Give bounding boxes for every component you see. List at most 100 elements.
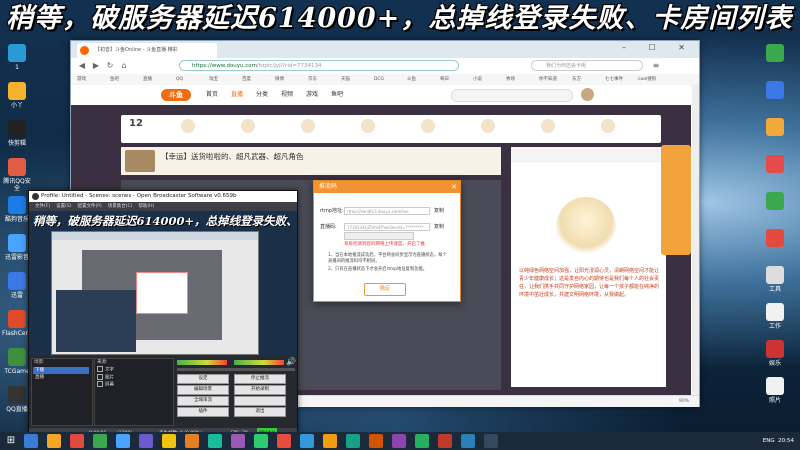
desktop-icon[interactable] (760, 229, 790, 249)
stop-stream-button[interactable]: 停止推流 (234, 374, 286, 384)
bookmark-item[interactable]: 秀场 (506, 75, 515, 84)
refresh-icon[interactable]: ↻ (105, 61, 115, 71)
site-search-input[interactable] (451, 89, 573, 102)
stream-code-field[interactable]: 7734134rjZhhSdf?wsSecret=********* (344, 223, 430, 231)
bookmark-item[interactable]: 七七事件 (605, 75, 623, 84)
bookmark-item[interactable]: 鱼吧 (110, 75, 119, 84)
site-nav-item[interactable]: 鱼吧 (331, 90, 343, 100)
close-icon[interactable]: ✕ (451, 181, 457, 193)
site-logo[interactable]: 斗鱼 (161, 89, 191, 101)
bookmark-item[interactable]: 微博 (275, 75, 284, 84)
desktop-icon[interactable]: 快剪辑 (2, 120, 32, 147)
taskbar-app-icon[interactable] (369, 434, 383, 448)
site-nav-item[interactable]: 分类 (256, 90, 268, 100)
copy-code-button[interactable]: 复制 (434, 223, 444, 231)
browser-tab[interactable]: 【初音】斗鱼Online - 斗鱼直播·精彩 (77, 43, 217, 58)
user-avatar[interactable] (581, 88, 594, 101)
desktop-icon[interactable] (760, 155, 790, 175)
obs-menu-item[interactable]: 文件(F) (35, 204, 50, 209)
line-select[interactable] (344, 232, 414, 240)
source-item[interactable]: 图片 (95, 373, 173, 382)
category-icon[interactable] (481, 119, 495, 133)
category-icon[interactable] (301, 119, 315, 133)
taskbar-app-icon[interactable] (346, 434, 360, 448)
obs-menu-item[interactable]: 帮助(H) (138, 204, 154, 209)
exit-button[interactable]: 退出 (234, 407, 286, 417)
bookmark-item[interactable]: DCG (374, 75, 384, 84)
desktop-icon[interactable] (760, 81, 790, 101)
desktop-icon[interactable]: 工作 (760, 303, 790, 330)
bookmark-item[interactable]: 游戏 (77, 75, 86, 84)
bookmark-item[interactable]: 天猫 (341, 75, 350, 84)
category-icon[interactable] (181, 119, 195, 133)
site-nav-item[interactable]: 游戏 (306, 90, 318, 100)
desktop-icon[interactable]: 照片 (760, 377, 790, 404)
taskbar-app-icon[interactable] (47, 434, 61, 448)
back-icon[interactable]: ◀ (77, 61, 87, 71)
taskbar-app-icon[interactable] (323, 434, 337, 448)
menu-icon[interactable]: ≡ (651, 61, 661, 71)
desktop-icon[interactable] (760, 118, 790, 138)
desktop-icon[interactable]: 小丫 (2, 82, 32, 109)
tray-language[interactable]: ENG (763, 438, 775, 444)
taskbar-app-icon[interactable] (392, 434, 406, 448)
checkbox-icon[interactable] (97, 381, 103, 387)
obs-menu-item[interactable]: 设置(S) (56, 204, 71, 209)
site-nav-item[interactable]: 视频 (281, 90, 293, 100)
site-nav-item[interactable]: 首页 (206, 90, 218, 100)
bookmark-item[interactable]: 小说 (473, 75, 482, 84)
blank-button[interactable] (234, 396, 286, 406)
confirm-button[interactable]: 确定 (364, 283, 406, 296)
desktop-icon[interactable]: 1 (2, 44, 32, 71)
source-item[interactable]: 文字 (95, 366, 173, 374)
category-icon[interactable] (541, 119, 555, 133)
volume-slider[interactable] (177, 368, 295, 371)
bookmark-item[interactable]: 京东 (308, 75, 317, 84)
bookmark-item[interactable]: QQ (176, 75, 183, 84)
taskbar-app-icon[interactable] (484, 434, 498, 448)
rtmp-field[interactable]: rtmp://sendtc3.douyu.com/live (344, 207, 430, 215)
desktop-icon[interactable] (760, 44, 790, 64)
desktop-icon[interactable]: 娱乐 (760, 340, 790, 367)
desktop-icon[interactable]: 工具 (760, 266, 790, 293)
taskbar-app-icon[interactable] (254, 434, 268, 448)
bookmark-item[interactable]: 斗鱼 (407, 75, 416, 84)
bookmark-item[interactable]: 直播 (143, 75, 152, 84)
home-icon[interactable]: ⌂ (119, 61, 129, 71)
category-icon[interactable] (421, 119, 435, 133)
bookmark-item[interactable]: cool搜狗 (638, 75, 656, 84)
copy-rtmp-button[interactable]: 复制 (434, 207, 444, 215)
taskbar-app-icon[interactable] (185, 434, 199, 448)
bookmark-item[interactable]: 东方 (572, 75, 581, 84)
obs-menu-item[interactable]: 场景集合(C) (108, 204, 133, 209)
taskbar-app-icon[interactable] (24, 434, 38, 448)
taskbar-app-icon[interactable] (93, 434, 107, 448)
side-promo-banner[interactable] (661, 145, 691, 255)
taskbar-app-icon[interactable] (300, 434, 314, 448)
taskbar-app-icon[interactable] (162, 434, 176, 448)
edit-scene-button[interactable]: 编辑场景 (177, 385, 229, 395)
bookmark-item[interactable]: 百度 (242, 75, 251, 84)
plugins-button[interactable]: 插件 (177, 407, 229, 417)
obs-menu-item[interactable]: 配置文件(P) (77, 204, 101, 209)
settings-button[interactable]: 设定 (177, 374, 229, 384)
checkbox-icon[interactable] (97, 373, 103, 380)
bookmark-item[interactable]: 每日 (440, 75, 449, 84)
desktop-icon[interactable] (760, 192, 790, 212)
window-controls[interactable]: – ☐ ✕ (622, 43, 695, 52)
taskbar-app-icon[interactable] (116, 434, 130, 448)
desktop-icon[interactable]: 腾讯QQ安全 (2, 158, 32, 192)
zoom-level[interactable]: 90% (679, 396, 689, 407)
taskbar-app-icon[interactable] (438, 434, 452, 448)
speaker-icon[interactable]: 🔊 (286, 357, 296, 366)
start-record-button[interactable]: 开始录制 (234, 385, 286, 395)
category-icon[interactable] (241, 119, 255, 133)
taskbar-app-icon[interactable] (415, 434, 429, 448)
obs-preview[interactable]: 稍等，破服务器延迟614000+，总掉线登录失败、卡房间列表 (29, 211, 297, 356)
category-icon[interactable] (601, 119, 615, 133)
site-nav-item[interactable]: 直播 (231, 90, 243, 100)
checkbox-icon[interactable] (97, 366, 103, 372)
taskbar-app-icon[interactable] (70, 434, 84, 448)
scene-item-selected[interactable]: 下播 (33, 367, 89, 374)
taskbar-app-icon[interactable] (231, 434, 245, 448)
